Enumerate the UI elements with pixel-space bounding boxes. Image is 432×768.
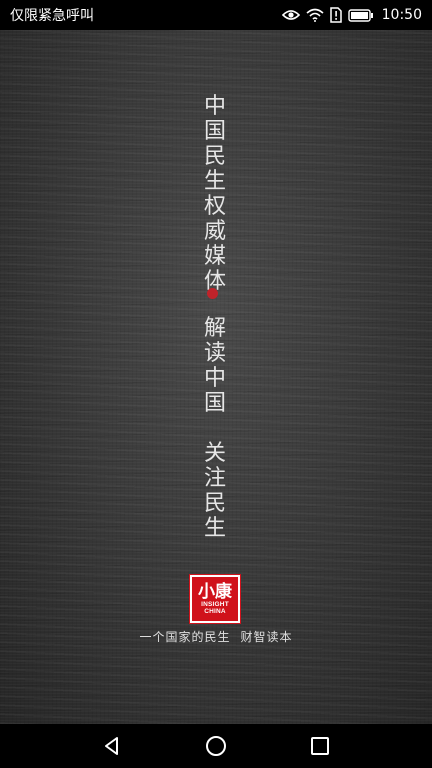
slogan-char: 权 — [203, 194, 226, 219]
logo-chinese-text: 小康 — [198, 582, 232, 602]
tagline-part-1: 一个国家的民生 — [139, 630, 231, 644]
logo-english-text-2: CHINA — [204, 608, 226, 615]
slogan-authoritative-media: 中 国 民 生 权 威 媒 体 — [200, 94, 230, 294]
navigation-bar — [0, 724, 432, 768]
slogan-char: 生 — [203, 169, 226, 194]
tagline-part-2: 财智读本 — [240, 630, 293, 644]
insight-china-logo: 小康 INSIGHT CHINA — [189, 574, 241, 624]
home-icon — [206, 736, 226, 756]
sim-icon — [329, 7, 342, 23]
slogan-char: 威 — [203, 219, 226, 244]
slogan-char: 国 — [203, 391, 226, 416]
splash-screen: 仅限紧急呼叫 10:50 中 国 民 生 权 威 媒 体 解 读 中 国 关 注… — [0, 0, 432, 768]
red-dot-divider — [207, 288, 218, 299]
slogan-char: 关 — [203, 441, 226, 466]
wifi-icon — [306, 8, 324, 22]
carrier-text: 仅限紧急呼叫 — [10, 8, 94, 24]
home-button[interactable] — [196, 726, 236, 766]
slogan-char: 中 — [203, 94, 226, 119]
back-button[interactable] — [92, 726, 132, 766]
slogan-char: 解 — [203, 316, 226, 341]
slogan-char: 读 — [203, 341, 226, 366]
slogan-char: 媒 — [203, 244, 226, 269]
recents-icon — [311, 737, 329, 755]
slogan-char: 国 — [203, 119, 226, 144]
eye-icon — [281, 8, 300, 22]
status-bar: 仅限紧急呼叫 10:50 — [0, 0, 432, 30]
back-icon — [105, 737, 118, 755]
logo-english-text-1: INSIGHT — [201, 601, 229, 608]
slogan-char: 民 — [203, 144, 226, 169]
slogan-interpret-china: 解 读 中 国 关 注 民 生 — [200, 316, 230, 541]
slogan-char: 注 — [203, 466, 226, 491]
slogan-char: 中 — [203, 366, 226, 391]
battery-icon — [347, 8, 374, 22]
recents-button[interactable] — [300, 726, 340, 766]
tagline: 一个国家的民生 财智读本 — [0, 628, 432, 645]
status-time: 10:50 — [381, 7, 422, 23]
slogan-char: 生 — [203, 516, 226, 541]
slogan-char: 民 — [203, 491, 226, 516]
